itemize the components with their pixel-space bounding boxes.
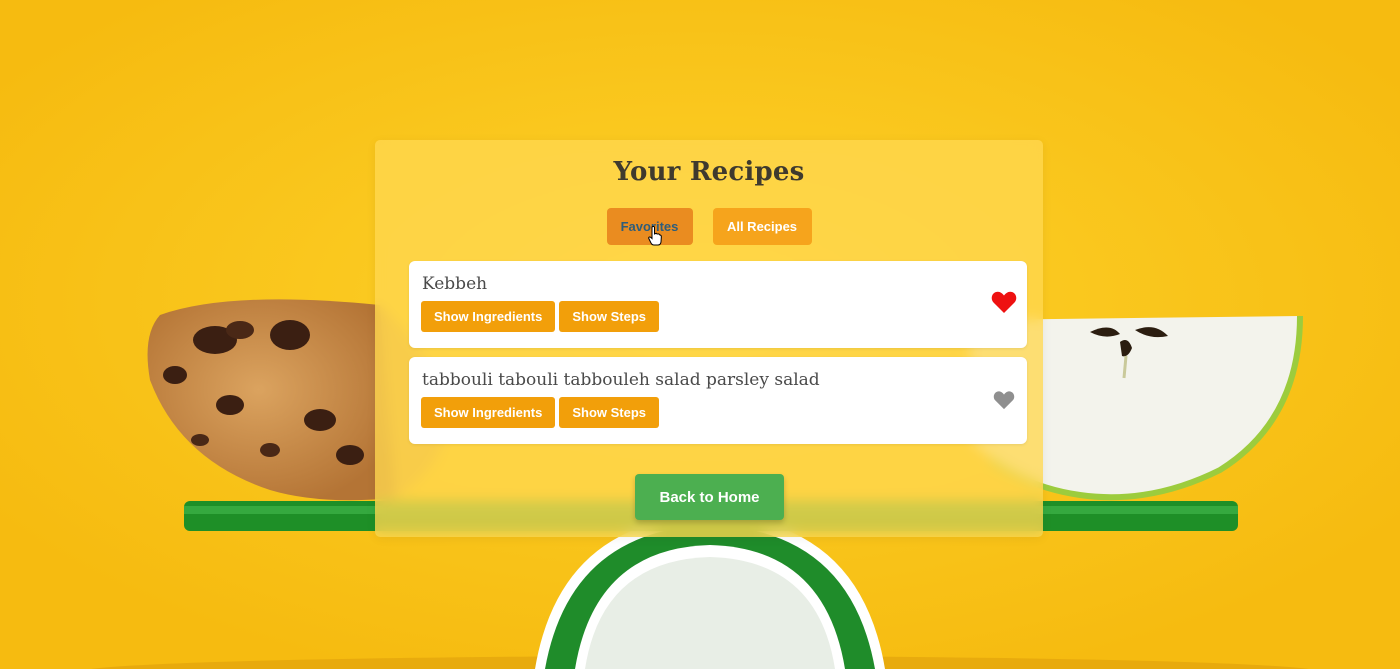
show-steps-button[interactable]: Show Steps [559, 301, 660, 332]
back-to-home-button[interactable]: Back to Home [635, 474, 784, 520]
recipe-name: tabbouli tabouli tabbouleh salad parsley… [422, 370, 820, 390]
show-ingredients-button[interactable]: Show Ingredients [421, 397, 556, 428]
recipe-actions: Show Ingredients Show Steps [421, 397, 660, 428]
recipe-card: tabbouli tabouli tabbouleh salad parsley… [409, 357, 1027, 444]
filter-bar: Favorites All Recipes [375, 208, 1043, 245]
heart-icon[interactable] [991, 290, 1017, 314]
recipe-actions: Show Ingredients Show Steps [421, 301, 660, 332]
page-title: Your Recipes [613, 157, 805, 187]
recipe-card: Kebbeh Show Ingredients Show Steps [409, 261, 1027, 348]
heart-icon[interactable] [993, 390, 1015, 410]
show-ingredients-button[interactable]: Show Ingredients [421, 301, 556, 332]
recipes-panel: Your Recipes Favorites All Recipes Kebbe… [375, 140, 1043, 537]
show-steps-button[interactable]: Show Steps [559, 397, 660, 428]
favorites-filter-button[interactable]: Favorites [606, 208, 693, 245]
all-recipes-filter-button[interactable]: All Recipes [712, 208, 812, 245]
recipe-name: Kebbeh [422, 274, 488, 294]
